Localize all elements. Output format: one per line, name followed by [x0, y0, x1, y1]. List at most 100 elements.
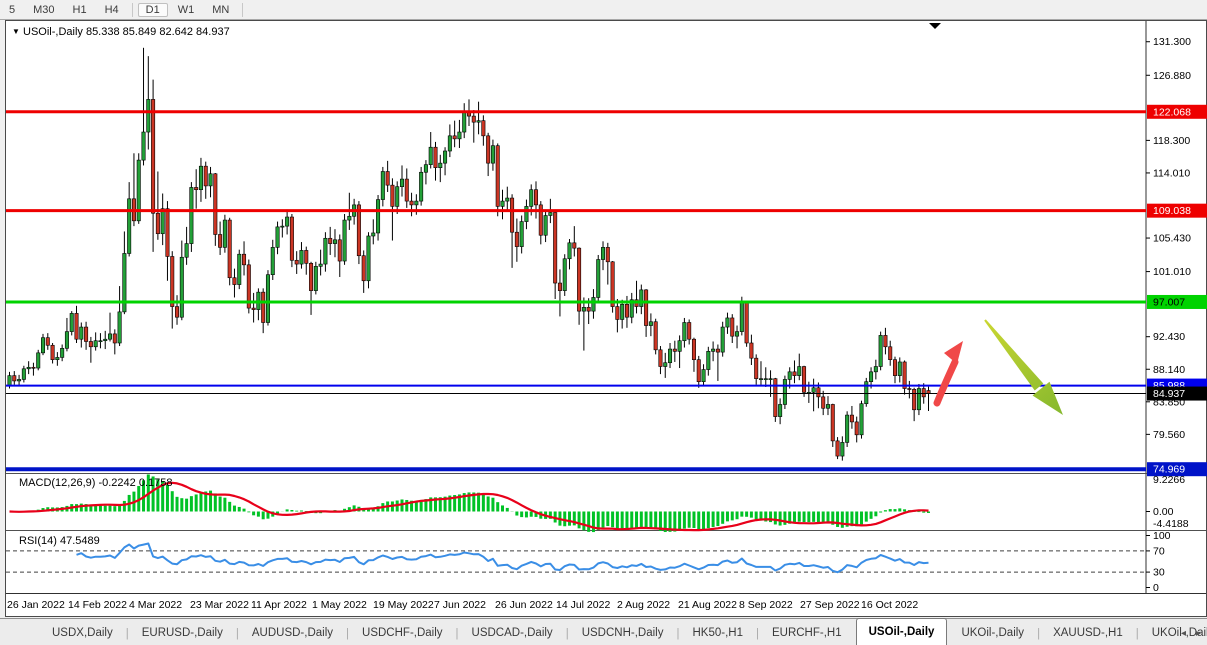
candle-bullish	[711, 348, 716, 352]
candle-bearish	[155, 212, 160, 235]
candle-bearish	[921, 388, 926, 398]
toolbar-separator	[131, 2, 133, 17]
chart-tab-eurusd-daily[interactable]: EURUSD-,Daily	[130, 621, 235, 645]
timeframe-button-h1[interactable]: H1	[65, 3, 95, 17]
macd-label: MACD(12,26,9) -0.2242 0.1758	[19, 477, 172, 489]
candle-bullish	[591, 297, 596, 312]
candle-bearish	[821, 396, 826, 409]
candle-bullish	[639, 289, 644, 307]
candle-bearish	[802, 366, 807, 393]
candle-bearish	[792, 371, 797, 376]
chart-canvas[interactable]: 131.300 126.880 118.300 114.010 105.430 101.0…	[5, 20, 1207, 617]
candle-bullish	[108, 333, 113, 340]
timeframe-button-d1[interactable]: D1	[137, 2, 168, 17]
candle-bullish	[141, 131, 146, 161]
candle-bearish	[754, 357, 759, 379]
candle-bullish	[313, 266, 318, 291]
candle-bullish	[423, 164, 428, 173]
candle-bullish	[505, 197, 510, 202]
rsi-scale-label-70: 70	[1153, 545, 1165, 557]
date-axis-label: 19 May 2022	[373, 599, 434, 611]
candle-bearish	[495, 145, 500, 207]
candle-bearish	[261, 291, 266, 323]
price-level-badge-label: 84.937	[1153, 388, 1185, 400]
candle-bearish	[227, 219, 232, 279]
date-axis-label: 14 Jul 2022	[556, 599, 610, 611]
chart-tab-audusd-daily[interactable]: AUDUSD-,Daily	[240, 621, 345, 645]
candle-bearish	[687, 322, 692, 340]
candle-bearish	[151, 99, 156, 214]
chart-tab-bar: USDX,Daily | EURUSD-,Daily | AUDUSD-,Daily | U…	[0, 618, 1207, 645]
candle-bearish	[251, 307, 256, 310]
candle-bullish	[198, 165, 203, 191]
candle-bullish	[916, 388, 921, 411]
timeframe-button-w1[interactable]: W1	[170, 3, 203, 17]
candle-bearish	[218, 234, 223, 248]
timeframe-button-h4[interactable]: H4	[97, 3, 127, 17]
tab-scroll-right-icon[interactable]: ▸	[1196, 628, 1201, 639]
candle-bullish	[60, 348, 65, 358]
candle-bullish	[222, 219, 227, 248]
chart-tab-usoil-daily[interactable]: USOil-,Daily	[855, 618, 948, 645]
candle-bullish	[318, 263, 323, 267]
candle-bullish	[462, 111, 467, 133]
candle-bullish	[825, 404, 830, 409]
candle-bullish	[543, 215, 548, 236]
candle-bearish	[624, 303, 629, 318]
chart-tab-usdcnh-daily[interactable]: USDCNH-,Daily	[570, 621, 676, 645]
candle-bearish	[514, 231, 519, 247]
candle-bearish	[653, 321, 658, 351]
macd-scale-zero-label: 0.00	[1153, 506, 1174, 518]
chart-window[interactable]: 131.300 126.880 118.300 114.010 105.430 101.0…	[5, 20, 1207, 617]
price-level-badge-label: 109.038	[1153, 205, 1191, 217]
candle-bullish	[179, 256, 184, 318]
candle-bullish	[36, 352, 41, 369]
candle-bullish	[117, 311, 122, 344]
chart-tab-eurchf-h1[interactable]: EURCHF-,H1	[760, 621, 854, 645]
candle-bearish	[816, 387, 821, 398]
candle-bullish	[280, 225, 285, 228]
candle-bearish	[12, 375, 17, 382]
candle-bearish	[213, 173, 218, 235]
tab-scroll-left-icon[interactable]: ◂	[1181, 628, 1186, 639]
candle-bearish	[390, 184, 395, 207]
chart-tab-xauusd-h1[interactable]: XAUUSD-,H1	[1041, 621, 1135, 645]
tab-scroll-controls: ◂ ▸	[1181, 628, 1201, 639]
candle-bullish	[41, 337, 46, 354]
candle-bearish	[696, 359, 701, 382]
chart-tab-ukoil-daily[interactable]: UKOil-,Daily	[949, 621, 1036, 645]
candle-bearish	[730, 317, 735, 337]
price-tick-label: 105.430	[1153, 233, 1191, 245]
date-axis-label: 26 Jan 2022	[7, 599, 65, 611]
price-tick-label: 114.010	[1153, 167, 1190, 179]
chart-tab-usdx-daily[interactable]: USDX,Daily	[40, 621, 125, 645]
candle-bearish	[605, 247, 610, 263]
date-axis-label: 8 Sep 2022	[739, 599, 793, 611]
chart-tab-usdcad-daily[interactable]: USDCAD-,Daily	[460, 621, 565, 645]
candle-bearish	[294, 259, 299, 265]
candle-bullish	[184, 243, 189, 258]
timeframe-button-mn[interactable]: MN	[204, 3, 237, 17]
candle-bearish	[610, 261, 615, 307]
candle-bullish	[524, 206, 529, 222]
candle-bearish	[572, 242, 577, 249]
candle-bullish	[490, 145, 495, 164]
candle-bullish	[601, 247, 606, 260]
candle-bullish	[366, 235, 371, 282]
candle-bullish	[64, 331, 69, 349]
timeframe-button-5[interactable]: 5	[1, 3, 23, 17]
rsi-label: RSI(14) 47.5489	[19, 535, 100, 547]
candle-bullish	[567, 242, 572, 260]
candle-bearish	[433, 146, 438, 168]
candle-bearish	[337, 239, 342, 262]
candle-bearish	[912, 388, 917, 411]
chart-tab-hk50-h1[interactable]: HK50-,H1	[680, 621, 755, 645]
date-axis-label: 23 Mar 2022	[190, 599, 249, 611]
candle-bullish	[299, 250, 304, 265]
candle-bullish	[376, 199, 381, 234]
candle-bullish	[878, 335, 883, 367]
candle-bullish	[869, 371, 874, 382]
chart-tab-usdchf-daily[interactable]: USDCHF-,Daily	[350, 621, 455, 645]
timeframe-button-m30[interactable]: M30	[25, 3, 62, 17]
candle-bearish	[404, 178, 409, 202]
